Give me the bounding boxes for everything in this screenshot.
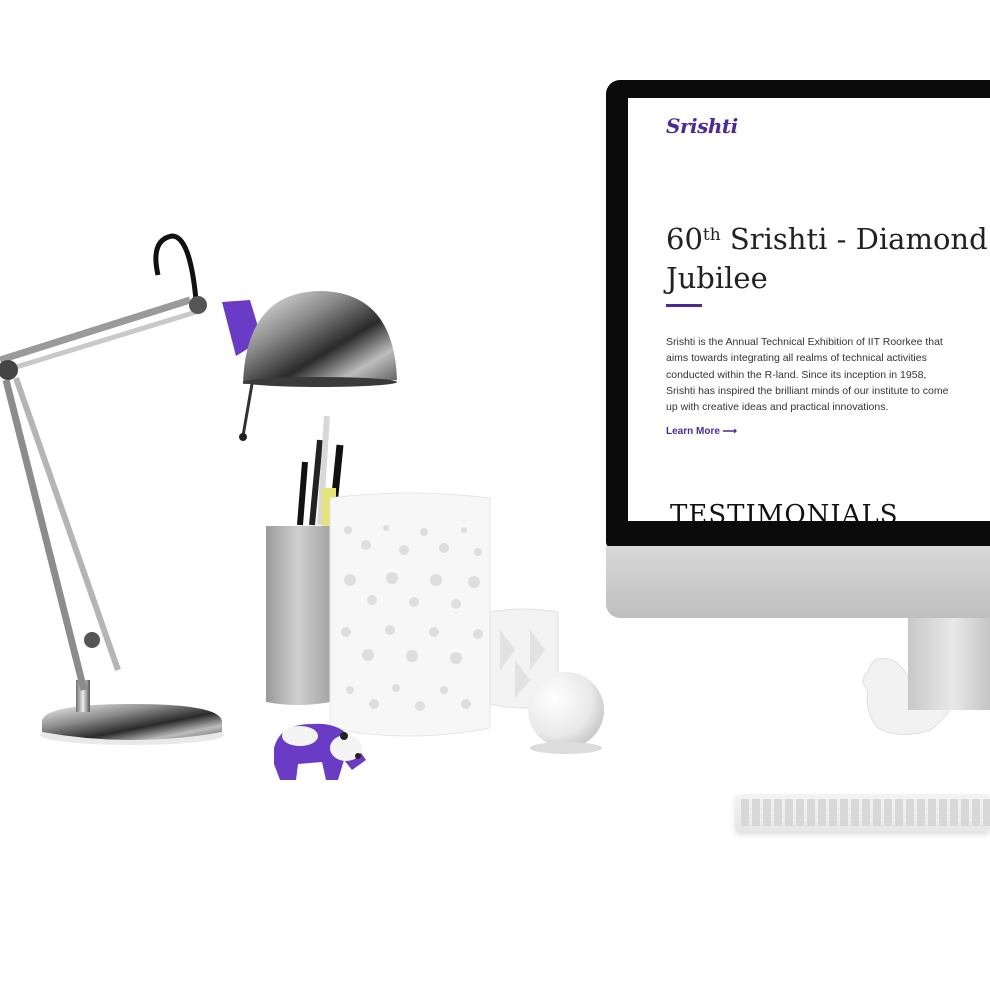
title-underline <box>666 304 702 307</box>
perforated-vase <box>329 492 491 737</box>
glass-sphere <box>528 672 604 754</box>
monitor-chin <box>606 546 990 618</box>
pencil-holder <box>266 415 344 705</box>
hero-description: Srishti is the Annual Technical Exhibiti… <box>666 336 949 414</box>
keyboard-keys <box>741 799 990 826</box>
testimonials-heading: TESTIMONIALS <box>670 500 899 521</box>
hero-title-suffix: th <box>702 225 721 245</box>
hero-title-number: 60 <box>666 222 703 256</box>
srishti-logo[interactable]: Srishti <box>666 114 738 138</box>
monitor-stand <box>908 618 990 710</box>
desk-scene: Srishti 60th Srishti - Diamond Jubilee S… <box>0 0 990 989</box>
monitor-screen: Srishti 60th Srishti - Diamond Jubilee S… <box>628 98 990 521</box>
keyboard <box>735 794 990 831</box>
hero-title: 60th Srishti - Diamond Jubilee <box>666 220 990 298</box>
learn-more-link[interactable]: Learn More ⟶ <box>666 426 737 437</box>
